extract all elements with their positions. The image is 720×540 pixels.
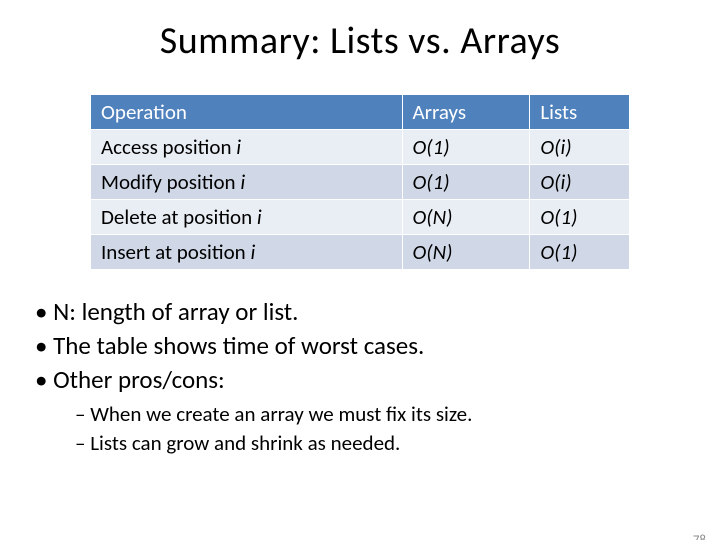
col-arrays: Arrays <box>402 95 530 130</box>
cell-lists: O(i) <box>530 165 630 200</box>
cell-operation: Insert at position i <box>91 235 403 270</box>
table-row: Insert at position i O(N) O(1) <box>91 235 630 270</box>
bullet-item: N: length of array or list. <box>35 295 720 329</box>
cell-lists: O(1) <box>530 235 630 270</box>
bullet-list: N: length of array or list. The table sh… <box>35 295 720 457</box>
cell-lists: O(i) <box>530 130 630 165</box>
slide-title: Summary: Lists vs. Arrays <box>0 18 720 64</box>
sub-bullet-item: When we create an array we must fix its … <box>75 400 720 428</box>
table-row: Modify position i O(1) O(i) <box>91 165 630 200</box>
page-number: 78 <box>693 533 706 540</box>
col-lists: Lists <box>530 95 630 130</box>
table-row: Access position i O(1) O(i) <box>91 130 630 165</box>
table-row: Delete at position i O(N) O(1) <box>91 200 630 235</box>
cell-arrays: O(N) <box>402 200 530 235</box>
slide: Summary: Lists vs. Arrays Operation Arra… <box>0 18 720 540</box>
cell-operation: Access position i <box>91 130 403 165</box>
bullet-item: The table shows time of worst cases. <box>35 329 720 363</box>
cell-arrays: O(1) <box>402 165 530 200</box>
col-operation: Operation <box>91 95 403 130</box>
table-header-row: Operation Arrays Lists <box>91 95 630 130</box>
cell-arrays: O(N) <box>402 235 530 270</box>
cell-operation: Delete at position i <box>91 200 403 235</box>
comparison-table: Operation Arrays Lists Access position i… <box>90 94 630 270</box>
sub-bullet-item: Lists can grow and shrink as needed. <box>75 429 720 457</box>
cell-lists: O(1) <box>530 200 630 235</box>
cell-operation: Modify position i <box>91 165 403 200</box>
sub-bullet-list: When we create an array we must fix its … <box>75 400 720 457</box>
cell-arrays: O(1) <box>402 130 530 165</box>
bullet-item: Other pros/cons: When we create an array… <box>35 363 720 457</box>
